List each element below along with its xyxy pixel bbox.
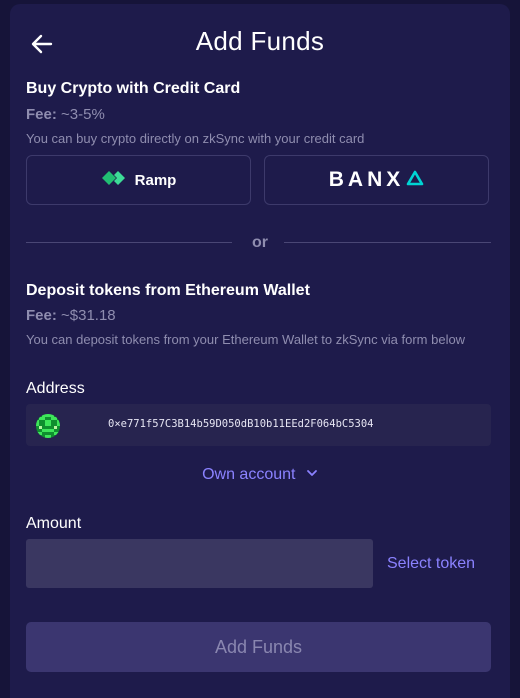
address-value: 0×e771f57C3B14b59D050dB10b11EEd2F064bC53…	[108, 418, 374, 430]
card-fee-value: ~3-5%	[61, 106, 105, 123]
own-account-label: Own account	[202, 466, 296, 484]
amount-label: Amount	[26, 515, 82, 532]
wallet-avatar-icon	[36, 414, 60, 438]
card-description: You can buy crypto directly on zkSync wi…	[26, 131, 365, 146]
page-title: Add Funds	[195, 26, 325, 56]
deposit-title: Deposit tokens from Ethereum Wallet	[26, 282, 310, 299]
banxa-button[interactable]: BANX	[264, 155, 489, 205]
chevron-down-icon	[306, 466, 318, 484]
amount-input[interactable]	[26, 539, 373, 588]
banxa-triangle-icon	[406, 170, 424, 191]
ramp-button[interactable]: Ramp	[26, 155, 251, 205]
ramp-logo-icon	[101, 170, 129, 191]
card-fee-label: Fee:	[26, 106, 57, 123]
banxa-label: BANX	[328, 168, 405, 191]
select-token-button[interactable]: Select token	[387, 555, 475, 573]
deposit-fee-label: Fee:	[26, 307, 57, 324]
add-funds-button[interactable]: Add Funds	[26, 622, 491, 672]
address-label: Address	[26, 380, 85, 397]
buy-crypto-title: Buy Crypto with Credit Card	[26, 80, 241, 97]
address-field[interactable]: 0×e771f57C3B14b59D050dB10b11EEd2F064bC53…	[26, 404, 491, 446]
add-funds-card: Add Funds Buy Crypto with Credit Card Fe…	[10, 4, 510, 698]
deposit-description: You can deposit tokens from your Ethereu…	[26, 332, 466, 347]
deposit-fee: Fee: ~$31.18	[26, 307, 116, 324]
divider-or: or	[252, 234, 268, 251]
divider-right	[284, 242, 491, 243]
ramp-label: Ramp	[134, 171, 177, 189]
own-account-selector[interactable]: Own account	[10, 466, 510, 484]
header: Add Funds	[10, 24, 510, 64]
deposit-fee-value: ~$31.18	[61, 307, 116, 324]
card-fee: Fee: ~3-5%	[26, 106, 105, 123]
